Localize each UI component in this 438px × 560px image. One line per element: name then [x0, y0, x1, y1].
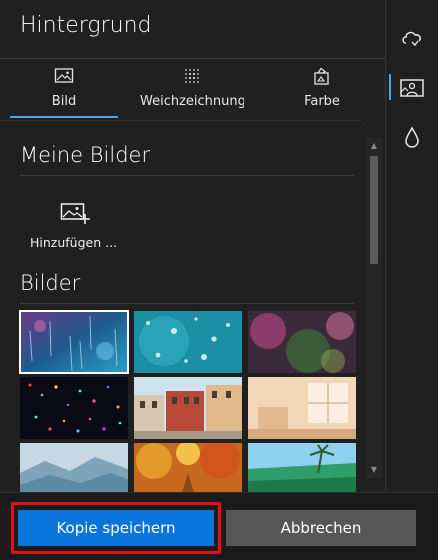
tropical-beach-image [248, 443, 356, 492]
divider [20, 175, 354, 176]
venice-street-image [134, 377, 242, 439]
starfield-image [20, 377, 128, 439]
tab-weichzeichnung-label: Weichzeichnung [140, 94, 244, 109]
panel-title: Hintergrund [20, 13, 152, 38]
thumbnail-bright-room[interactable] [248, 377, 356, 439]
my-images-heading: Meine Bilder [20, 143, 151, 167]
add-image-icon [60, 203, 90, 224]
tab-bild[interactable]: Bild [10, 59, 118, 121]
thumbnail-pink-green-bokeh[interactable] [248, 311, 356, 373]
bright-room-image [248, 377, 356, 439]
misty-mountains-image [20, 443, 128, 492]
autumn-path-image [134, 443, 242, 492]
scrollbar-thumb[interactable] [370, 156, 378, 264]
thumbnail-misty-mountains[interactable] [20, 443, 128, 492]
pink-green-bokeh-image [248, 311, 356, 373]
background-image-icon[interactable] [398, 74, 426, 102]
scroll-up-arrow[interactable]: ▲ [366, 138, 382, 154]
add-image-button[interactable]: Hinzufügen ... [30, 196, 130, 256]
cloud-effects-icon[interactable] [398, 24, 426, 52]
paint-bucket-icon [314, 67, 329, 85]
highlight-frame [11, 502, 221, 554]
thumbnail-autumn-path[interactable] [134, 443, 242, 492]
teal-bokeh-image [134, 311, 242, 373]
images-heading: Bilder [20, 271, 81, 295]
background-panel: Hintergrund Bild Weichzeichnung Farbe Me… [0, 0, 386, 492]
water-drop-icon[interactable] [398, 124, 426, 152]
image-icon [54, 68, 74, 83]
side-rail [386, 0, 438, 492]
rain-drops-image [20, 311, 128, 373]
cancel-button[interactable]: Abbrechen [226, 510, 416, 546]
thumbnail-rain-drops-window[interactable] [19, 310, 129, 374]
tab-farbe-label: Farbe [304, 94, 340, 109]
thumbnail-teal-bokeh-drops[interactable] [134, 311, 242, 373]
active-tab-indicator [10, 116, 118, 118]
blur-dots-icon [185, 69, 199, 83]
thumbnail-venice-street[interactable] [134, 377, 242, 439]
active-rail-indicator [389, 74, 391, 100]
thumbnail-starfield-lights[interactable] [20, 377, 128, 439]
thumbnail-tropical-beach[interactable] [248, 443, 356, 492]
tab-bar: Bild Weichzeichnung Farbe [0, 58, 386, 120]
scroll-down-arrow[interactable]: ▼ [366, 462, 382, 478]
tab-bild-label: Bild [51, 94, 77, 109]
add-image-label: Hinzufügen ... [30, 235, 118, 250]
divider [20, 303, 354, 304]
tab-weichzeichnung[interactable]: Weichzeichnung [140, 59, 244, 121]
content-area: Meine Bilder Hinzufügen ... Bilder [0, 120, 362, 492]
vertical-scrollbar[interactable]: ▲ ▼ [366, 138, 382, 478]
tab-farbe[interactable]: Farbe [270, 59, 374, 121]
